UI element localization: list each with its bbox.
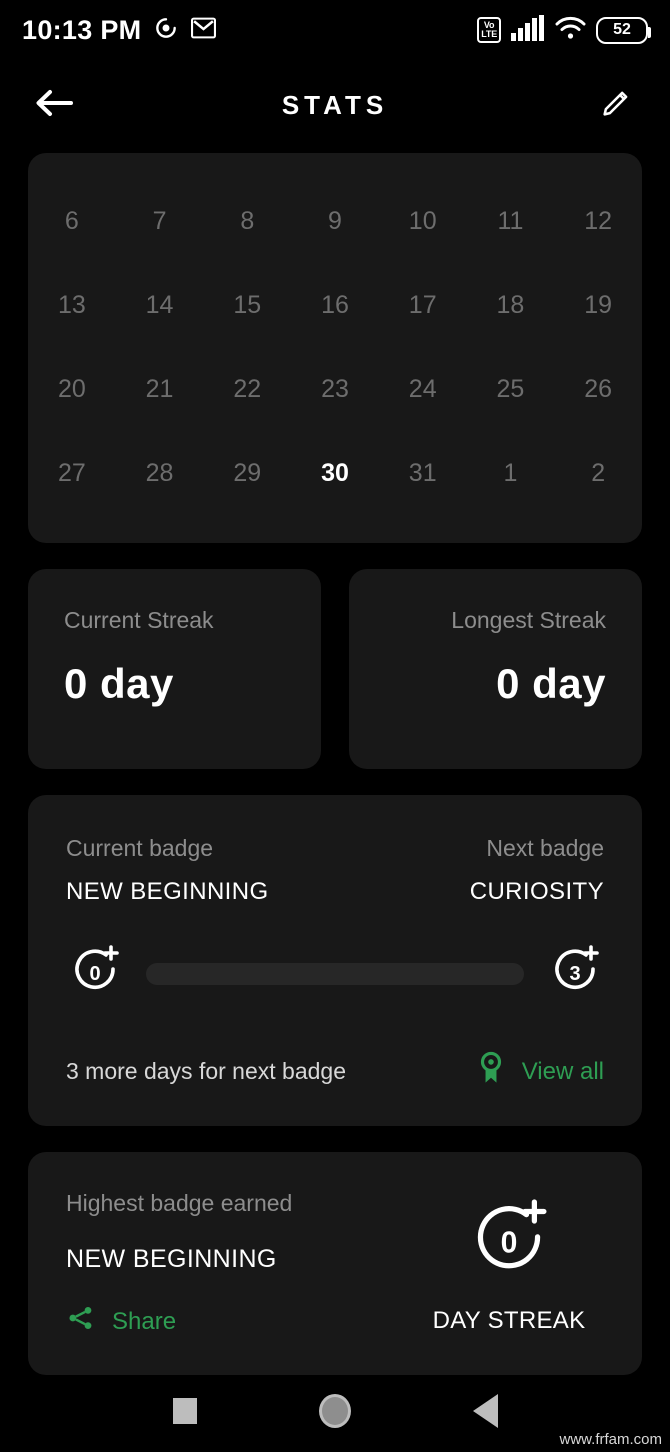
back-button[interactable] — [30, 81, 78, 129]
calendar-day[interactable]: 14 — [116, 263, 204, 347]
volte-icon: Vo LTE — [477, 17, 501, 43]
calendar-day[interactable]: 21 — [116, 347, 204, 431]
current-streak-badge-icon: 0 — [66, 942, 124, 1005]
highest-badge-streak: 0 DAY STREAK — [414, 1194, 604, 1335]
status-bar-clock: 10:13 PM — [22, 14, 142, 45]
home-circle-icon[interactable] — [318, 1394, 351, 1428]
page-title: STATS — [281, 89, 389, 120]
calendar-day[interactable]: 2 — [554, 431, 642, 515]
calendar-week-row: 13 14 15 16 17 18 19 — [28, 263, 642, 347]
streak-cards-row: Current Streak 0 day Longest Streak 0 da… — [28, 569, 642, 769]
calendar-day[interactable]: 31 — [379, 431, 467, 515]
current-streak-label: Current Streak — [64, 607, 214, 633]
highest-badge-info: Highest badge earned NEW BEGINNING Share — [66, 1190, 414, 1339]
calendar-day[interactable]: 25 — [467, 347, 555, 431]
phone-screen: 10:13 PM Vo LTE 52 STATS 6 7 8 9 10 11 1… — [0, 0, 670, 1452]
calendar-week-row: 27 28 29 30 31 1 2 — [28, 431, 642, 515]
calendar-day[interactable]: 1 — [467, 431, 555, 515]
back-arrow-icon — [35, 88, 73, 123]
signal-bars-icon — [511, 14, 545, 46]
badge-progress-row: 0 3 — [66, 942, 604, 1005]
content-scroll-area[interactable]: 6 7 8 9 10 11 12 13 14 15 16 17 18 19 20 21 22 23 24 25 26 27… — [0, 153, 670, 1375]
highest-badge-card: Highest badge earned NEW BEGINNING Share — [28, 1152, 642, 1375]
calendar-day[interactable]: 23 — [291, 347, 379, 431]
next-badge-countdown-text: 3 more days for next badge — [66, 1058, 346, 1084]
view-all-label: View all — [521, 1057, 604, 1085]
calendar-day[interactable]: 10 — [379, 179, 467, 263]
badge-labels-row: Current badge Next badge — [66, 835, 604, 862]
calendar-day[interactable]: 12 — [554, 179, 642, 263]
calendar-day[interactable]: 27 — [28, 431, 116, 515]
calendar-day[interactable]: 16 — [291, 263, 379, 347]
share-label: Share — [112, 1307, 177, 1335]
badge-names-row: NEW BEGINNING CURIOSITY — [66, 878, 604, 906]
calendar-day[interactable]: 28 — [116, 431, 204, 515]
app-bar: STATS — [0, 60, 670, 150]
calendar-day[interactable]: 18 — [467, 263, 555, 347]
dnd-icon — [153, 15, 179, 46]
calendar-week-row: 20 21 22 23 24 25 26 — [28, 347, 642, 431]
share-button[interactable]: Share — [66, 1304, 414, 1339]
award-ribbon-icon — [476, 1051, 506, 1092]
badge-footer-row: 3 more days for next badge View all — [66, 1051, 604, 1092]
badge-progress-card: Current badge Next badge NEW BEGINNING C… — [28, 795, 642, 1126]
calendar-day[interactable]: 26 — [554, 347, 642, 431]
battery-level-label: 52 — [613, 21, 631, 38]
longest-streak-card: Longest Streak 0 day — [349, 569, 642, 769]
volte-bottom-label: LTE — [481, 29, 497, 39]
next-badge-day-count: 3 — [569, 963, 580, 985]
battery-icon: 52 — [596, 16, 651, 44]
current-streak-card: Current Streak 0 day — [28, 569, 321, 769]
gmail-icon — [191, 17, 217, 44]
calendar-day[interactable]: 9 — [291, 179, 379, 263]
calendar-day[interactable]: 13 — [28, 263, 116, 347]
next-streak-badge-icon: 3 — [546, 942, 604, 1005]
calendar-day[interactable]: 29 — [203, 431, 291, 515]
status-bar: 10:13 PM Vo LTE 52 — [0, 0, 670, 60]
calendar-day[interactable]: 7 — [116, 179, 204, 263]
calendar-day[interactable]: 20 — [28, 347, 116, 431]
calendar-day[interactable]: 17 — [379, 263, 467, 347]
share-nodes-icon — [66, 1304, 96, 1339]
calendar-day[interactable]: 6 — [28, 179, 116, 263]
calendar-week-row: 6 7 8 9 10 11 12 — [28, 179, 642, 263]
next-badge-name: CURIOSITY — [469, 878, 604, 905]
status-bar-left: 10:13 PM — [22, 14, 217, 46]
edit-button[interactable] — [592, 81, 640, 129]
day-streak-count: 0 — [501, 1227, 518, 1260]
current-badge-day-count: 0 — [89, 963, 100, 985]
view-all-badges-button[interactable]: View all — [476, 1051, 604, 1092]
calendar-card: 6 7 8 9 10 11 12 13 14 15 16 17 18 19 20 21 22 23 24 25 26 27… — [28, 153, 642, 543]
day-streak-icon: 0 — [463, 1194, 555, 1291]
calendar-grid: 6 7 8 9 10 11 12 13 14 15 16 17 18 19 20 21 22 23 24 25 26 27… — [28, 179, 642, 515]
next-badge-label: Next badge — [486, 835, 604, 861]
highest-badge-name: NEW BEGINNING — [66, 1245, 277, 1273]
recents-square-icon[interactable] — [172, 1398, 197, 1424]
calendar-day[interactable]: 8 — [203, 179, 291, 263]
pencil-edit-icon — [600, 87, 632, 124]
wifi-icon — [555, 15, 586, 46]
current-badge-name: NEW BEGINNING — [66, 878, 269, 905]
watermark: www.frfam.com — [559, 1431, 662, 1448]
longest-streak-label: Longest Streak — [451, 607, 606, 633]
day-streak-caption: DAY STREAK — [432, 1307, 586, 1334]
calendar-day[interactable]: 22 — [203, 347, 291, 431]
badge-progress-bar — [146, 962, 524, 985]
calendar-day[interactable]: 15 — [203, 263, 291, 347]
calendar-day-today[interactable]: 30 — [291, 431, 379, 515]
current-streak-value: 0 day — [64, 660, 174, 707]
back-triangle-icon[interactable] — [472, 1394, 498, 1428]
calendar-day[interactable]: 11 — [467, 179, 555, 263]
calendar-day[interactable]: 24 — [379, 347, 467, 431]
current-badge-label: Current badge — [66, 835, 214, 861]
highest-badge-label: Highest badge earned — [66, 1190, 293, 1216]
status-bar-right: Vo LTE 52 — [477, 14, 651, 46]
calendar-day[interactable]: 19 — [554, 263, 642, 347]
longest-streak-value: 0 day — [496, 660, 606, 707]
